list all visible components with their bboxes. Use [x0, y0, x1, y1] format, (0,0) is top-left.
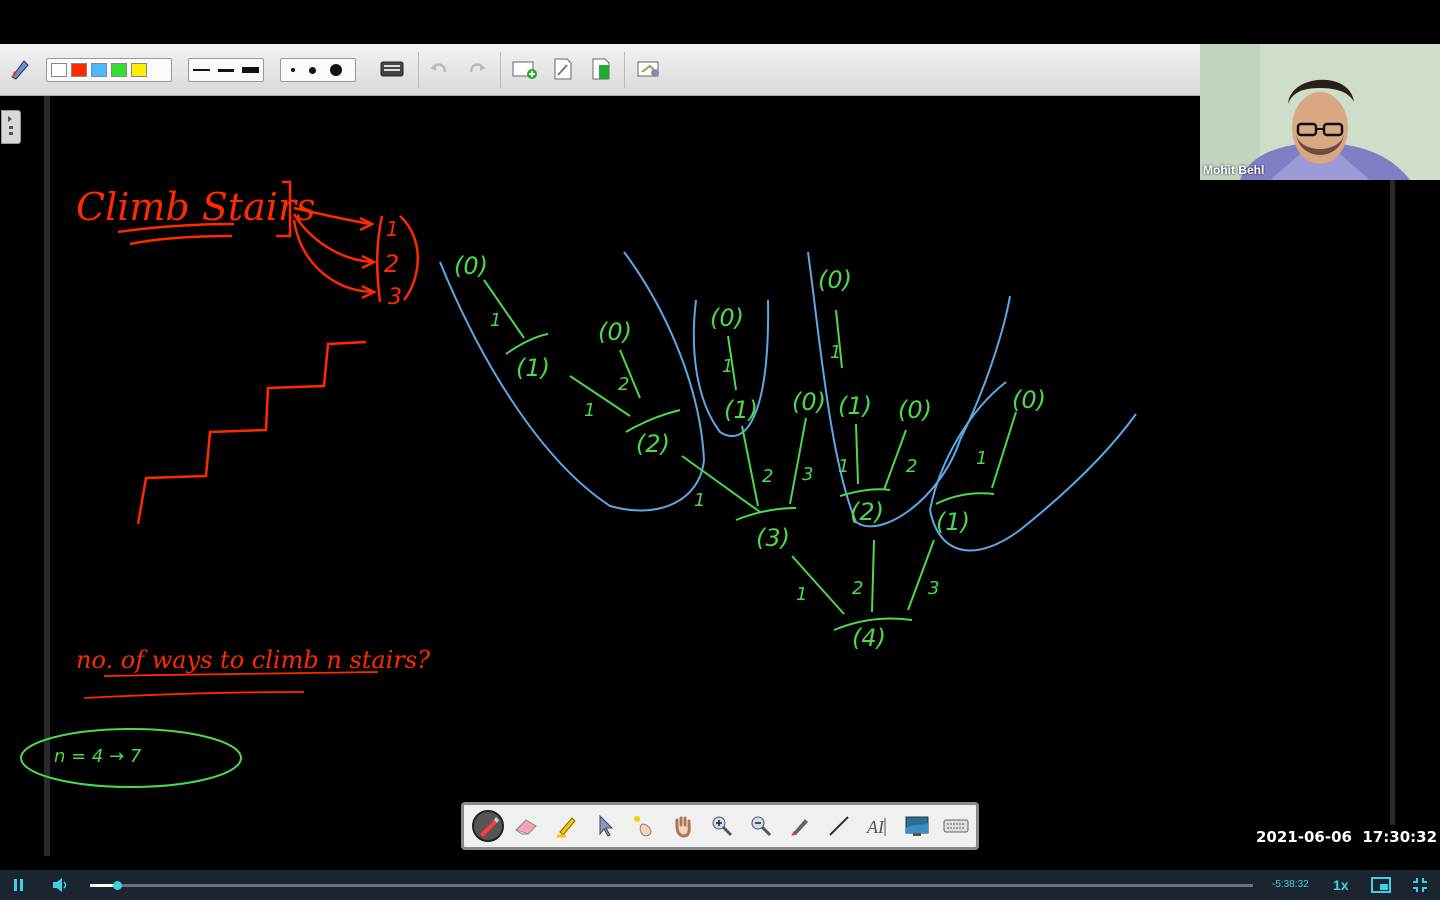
color-red[interactable] — [71, 63, 87, 77]
playback-speed[interactable]: 1x — [1333, 877, 1349, 893]
question-text: no. of ways to climb n stairs? — [76, 646, 430, 674]
tree-node: (0) — [818, 266, 852, 294]
color-blue[interactable] — [91, 63, 107, 77]
keyboard-icon[interactable] — [380, 56, 404, 82]
tree-node: (0) — [792, 388, 826, 416]
edge-label: 3 — [802, 464, 813, 485]
edge-label: 2 — [762, 466, 773, 487]
dot-size-selector — [280, 58, 356, 82]
tree-node: (0) — [1012, 386, 1046, 414]
eraser-icon[interactable] — [511, 810, 543, 842]
edge-labels: 1 1 2 1 1 2 3 1 1 2 1 1 2 3 — [490, 310, 987, 605]
pause-icon[interactable] — [12, 877, 26, 896]
tree-node: (2) — [636, 430, 670, 458]
edge-label: 2 — [852, 578, 863, 599]
edge-label: 1 — [694, 490, 705, 511]
dot-medium[interactable] — [309, 66, 316, 74]
video-player-bar: -5:38:32 1x — [0, 870, 1440, 900]
edge-label: 1 — [584, 400, 595, 421]
pen-tool-icon[interactable] — [8, 56, 32, 82]
pointer-icon[interactable] — [589, 810, 621, 842]
color-yellow[interactable] — [131, 63, 147, 77]
top-toolbar — [0, 44, 1200, 96]
tree-node: (2) — [850, 498, 884, 526]
edge-label: 3 — [928, 578, 939, 599]
tree-node: (1) — [838, 392, 872, 420]
progress-bar[interactable] — [90, 881, 1253, 890]
edge-label: 1 — [830, 342, 841, 363]
tree-root: (4) — [852, 624, 886, 652]
edge-label: 1 — [796, 584, 807, 605]
exit-fullscreen-icon[interactable] — [1412, 877, 1428, 896]
dot-large[interactable] — [330, 64, 342, 76]
edge-label: 1 — [490, 310, 501, 331]
highlighter-icon[interactable] — [550, 810, 582, 842]
settings-icon[interactable] — [636, 56, 662, 82]
pen-icon[interactable] — [472, 810, 504, 842]
tree-node: (3) — [756, 524, 790, 552]
example-text: n = 4 → 7 — [54, 746, 142, 767]
step-option-2: 2 — [384, 250, 399, 278]
hand-icon[interactable] — [667, 810, 699, 842]
new-page-icon[interactable] — [512, 56, 538, 82]
line-width-selector — [188, 58, 264, 82]
progress-knob[interactable] — [112, 881, 122, 890]
drawing-palette: AI — [461, 802, 979, 850]
line-thick[interactable] — [242, 67, 260, 73]
staircase-drawing — [136, 340, 367, 525]
tree-node: (1) — [516, 354, 550, 382]
edge-label: 2 — [618, 374, 629, 395]
text-icon[interactable]: AI — [862, 810, 894, 842]
line-icon[interactable] — [823, 810, 855, 842]
color-green[interactable] — [111, 63, 127, 77]
undo-icon[interactable] — [428, 56, 450, 82]
time-remaining: -5:38:32 — [1272, 879, 1309, 890]
whiteboard-app: Mohit Behl Climb Stairs 1 2 3 no. of way… — [0, 0, 1440, 900]
tree-node: (0) — [454, 252, 488, 280]
edge-label: 1 — [976, 448, 987, 469]
color-palette — [46, 58, 172, 82]
page-icon[interactable] — [552, 56, 574, 82]
line-thin[interactable] — [193, 69, 210, 71]
laser-icon[interactable] — [628, 810, 660, 842]
volume-icon[interactable] — [52, 877, 70, 896]
brush-icon[interactable] — [784, 810, 816, 842]
whiteboard-canvas[interactable]: Climb Stairs 1 2 3 no. of ways to climb … — [0, 96, 1440, 870]
edge-label: 1 — [838, 456, 849, 477]
page-color-icon[interactable] — [590, 56, 612, 82]
tree-node: (1) — [724, 396, 758, 424]
recursion-tree-nodes: (0) (1) (0) (2) (0) (1) (0) (3) (0) (1) … — [454, 252, 1046, 652]
line-medium[interactable] — [217, 68, 235, 72]
screen-icon[interactable] — [901, 810, 933, 842]
picture-in-picture-icon[interactable] — [1371, 877, 1391, 896]
board-title: Climb Stairs — [76, 185, 316, 229]
tree-node: (1) — [936, 508, 970, 536]
keyboard-icon[interactable] — [940, 810, 972, 842]
step-option-1: 1 — [386, 217, 399, 241]
step-option-3: 3 — [388, 285, 402, 310]
recording-timestamp: 2021-06-06 17:30:32 — [1256, 828, 1438, 846]
color-white[interactable] — [51, 63, 67, 77]
tree-node: (0) — [710, 304, 744, 332]
edge-label: 2 — [906, 456, 917, 477]
zoom-out-icon[interactable] — [745, 810, 777, 842]
tree-node: (0) — [598, 318, 632, 346]
tree-node: (0) — [898, 396, 932, 424]
redo-icon[interactable] — [466, 56, 488, 82]
edge-label: 1 — [722, 356, 733, 377]
zoom-in-icon[interactable] — [706, 810, 738, 842]
dot-small[interactable] — [291, 68, 295, 72]
svg-text:AI: AI — [866, 817, 885, 837]
